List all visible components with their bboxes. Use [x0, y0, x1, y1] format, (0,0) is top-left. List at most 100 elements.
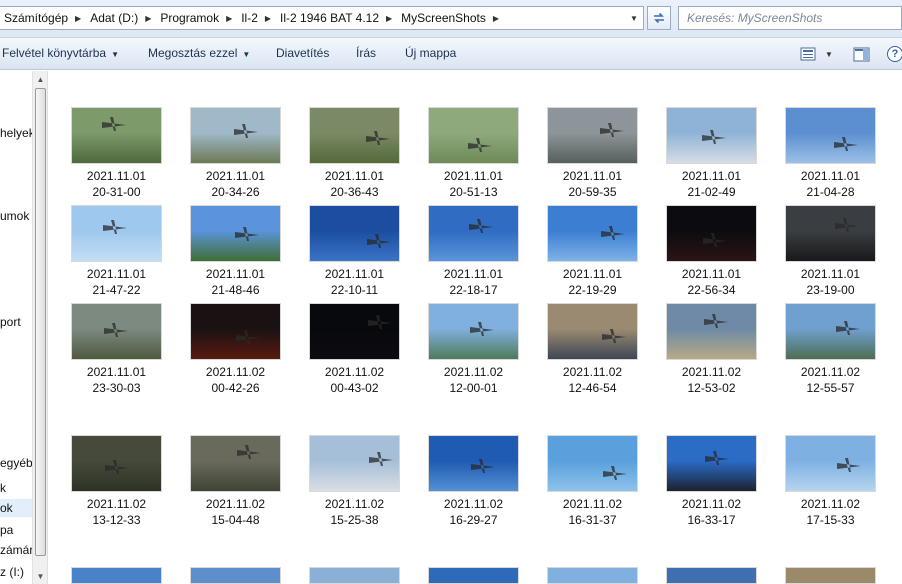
scrollbar-thumb[interactable]	[35, 88, 46, 556]
file-name: 2021.11.02 12-55-57	[773, 364, 888, 396]
thumbnail	[428, 205, 519, 262]
file-name-date: 2021.11.02	[562, 365, 623, 379]
chevron-right-icon[interactable]: ▶	[75, 14, 81, 23]
file-name-time: 00-42-26	[211, 381, 260, 395]
file-name: 2021.11.02 15-04-48	[178, 496, 293, 528]
refresh-button[interactable]	[647, 6, 671, 30]
help-button[interactable]: ?	[887, 45, 902, 63]
file-name-date: 2021.11.02	[443, 365, 504, 379]
thumbnail	[547, 107, 638, 164]
chevron-right-icon[interactable]: ▶	[226, 14, 232, 23]
file-name-date: 2021.11.01	[562, 267, 623, 281]
address-bar[interactable]: Számítógép ▶ Adat (D:) ▶ Programok ▶ Il-2 ▶ Il-2…	[0, 6, 644, 30]
breadcrumb-item[interactable]: Il-2 ▶	[237, 7, 276, 29]
nav-item[interactable]: umok	[0, 207, 29, 225]
thumbnail[interactable]	[71, 567, 162, 584]
chevron-right-icon[interactable]: ▶	[493, 14, 499, 23]
new-folder-button[interactable]: Új mappa	[405, 38, 456, 69]
file-name: 2021.11.01 20-34-26	[178, 168, 293, 200]
breadcrumb-label: Programok	[160, 11, 220, 25]
thumbnail[interactable]	[785, 567, 876, 584]
chevron-down-icon: ▼	[242, 50, 251, 59]
file-name-date: 2021.11.01	[443, 267, 504, 281]
file-name: 2021.11.01 20-36-43	[297, 168, 412, 200]
scroll-down-icon[interactable]: ▼	[33, 568, 47, 584]
nav-item[interactable]: helyek	[0, 124, 35, 142]
file-name-date: 2021.11.01	[800, 267, 861, 281]
search-input[interactable]: Keresés: MyScreenShots	[678, 6, 902, 30]
scroll-up-icon[interactable]: ▲	[33, 71, 47, 87]
thumbnail[interactable]	[309, 567, 400, 584]
change-view-button[interactable]: ▼	[800, 45, 833, 63]
file-name-time: 20-31-00	[92, 185, 141, 199]
file-name: 2021.11.01 20-51-13	[416, 168, 531, 200]
nav-item[interactable]: k	[0, 479, 6, 497]
file-name-date: 2021.11.02	[562, 497, 623, 511]
breadcrumb-item[interactable]: MyScreenShots ▶	[397, 7, 504, 29]
thumbnail	[190, 303, 281, 360]
thumbnail	[309, 435, 400, 492]
file-name-time: 15-04-48	[211, 513, 260, 527]
file-name: 2021.11.01 20-31-00	[59, 168, 174, 200]
file-name-time: 21-48-46	[211, 283, 260, 297]
file-name-date: 2021.11.01	[86, 267, 147, 281]
file-name-date: 2021.11.01	[205, 267, 266, 281]
chevron-right-icon[interactable]: ▶	[386, 14, 392, 23]
breadcrumb-item[interactable]: Számítógép ▶	[0, 7, 86, 29]
thumbnail[interactable]	[666, 567, 757, 584]
file-name: 2021.11.01 21-04-28	[773, 168, 888, 200]
slideshow-button[interactable]: Diavetítés	[276, 38, 329, 69]
breadcrumb-item[interactable]: Il-2 1946 BAT 4.12 ▶	[276, 7, 397, 29]
file-name: 2021.11.02 12-46-54	[535, 364, 650, 396]
file-name: 2021.11.02 15-25-38	[297, 496, 412, 528]
thumbnail	[785, 205, 876, 262]
nav-item[interactable]: port	[0, 313, 21, 331]
breadcrumb-label: Adat (D:)	[90, 11, 139, 25]
thumbnail[interactable]	[547, 567, 638, 584]
file-name-time: 23-30-03	[92, 381, 141, 395]
thumbnail	[666, 435, 757, 492]
file-name-time: 22-18-17	[449, 283, 498, 297]
file-name: 2021.11.01 23-19-00	[773, 266, 888, 298]
add-to-library-button[interactable]: Felvétel könyvtárba ▼	[2, 38, 119, 69]
file-name-date: 2021.11.01	[562, 169, 623, 183]
thumbnail	[190, 435, 281, 492]
chevron-right-icon[interactable]: ▶	[265, 14, 271, 23]
preview-pane-icon	[853, 47, 870, 61]
file-name-time: 20-34-26	[211, 185, 260, 199]
chevron-right-icon[interactable]: ▶	[145, 14, 151, 23]
file-name-time: 22-19-29	[568, 283, 617, 297]
nav-item[interactable]: zámár	[0, 541, 33, 559]
file-name: 2021.11.02 17-15-33	[773, 496, 888, 528]
breadcrumb-item[interactable]: Adat (D:) ▶	[86, 7, 156, 29]
thumbnail	[71, 205, 162, 262]
preview-pane-button[interactable]	[853, 45, 870, 63]
thumbnail	[666, 107, 757, 164]
file-name: 2021.11.01 20-59-35	[535, 168, 650, 200]
file-name-time: 21-47-22	[92, 283, 141, 297]
refresh-icon	[654, 12, 664, 24]
navigation-pane: helyek umok port egyéb k ok pa zámár z (I:) ▲ ▼	[0, 71, 48, 584]
breadcrumb-item[interactable]: Programok ▶	[156, 7, 237, 29]
command-bar: Felvétel könyvtárba ▼ Megosztás ezzel ▼ Di…	[0, 38, 902, 70]
share-with-button[interactable]: Megosztás ezzel ▼	[148, 38, 250, 69]
thumbnail[interactable]	[190, 567, 281, 584]
address-dropdown-icon[interactable]: ▼	[625, 7, 643, 29]
file-name-time: 21-02-49	[687, 185, 736, 199]
file-name-date: 2021.11.02	[324, 365, 385, 379]
address-row: Számítógép ▶ Adat (D:) ▶ Programok ▶ Il-2 ▶ Il-2…	[0, 0, 902, 38]
nav-item[interactable]: ok	[0, 499, 32, 517]
thumbnail	[666, 205, 757, 262]
thumbnail	[309, 303, 400, 360]
file-name-date: 2021.11.01	[324, 169, 385, 183]
file-name-time: 17-15-33	[806, 513, 855, 527]
burn-button[interactable]: Írás	[356, 38, 376, 69]
nav-item[interactable]: egyéb	[0, 454, 33, 472]
nav-scrollbar[interactable]: ▲ ▼	[32, 71, 47, 584]
nav-item[interactable]: z (I:)	[0, 563, 24, 581]
file-name: 2021.11.02 16-29-27	[416, 496, 531, 528]
nav-item[interactable]: pa	[0, 521, 13, 539]
file-name: 2021.11.02 16-31-37	[535, 496, 650, 528]
thumbnail[interactable]	[428, 567, 519, 584]
file-name-time: 12-53-02	[687, 381, 736, 395]
